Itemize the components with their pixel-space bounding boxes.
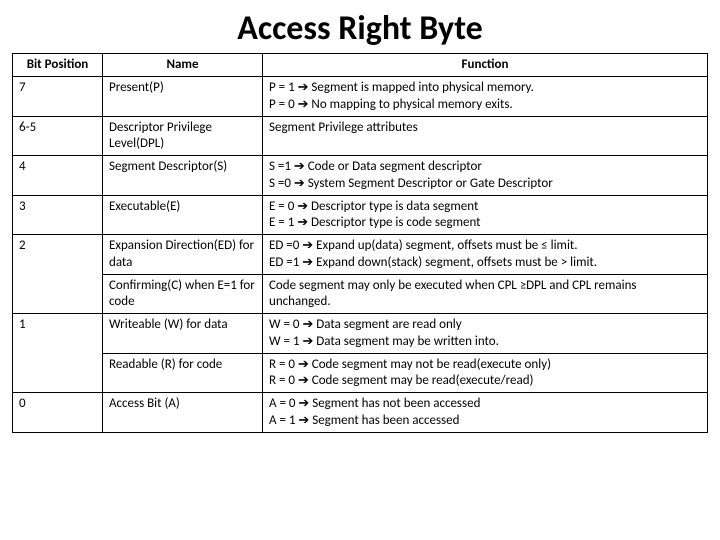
cell-bit: 7 — [13, 77, 103, 117]
table-row: 4 Segment Descriptor(S) S =1 ➔ Code or D… — [13, 156, 708, 196]
header-name: Name — [103, 54, 263, 77]
header-func: Function — [263, 54, 708, 77]
cell-name: Descriptor Privilege Level(DPL) — [103, 116, 263, 156]
cell-func: A = 0 ➔ Segment has not been accessedA =… — [263, 393, 708, 433]
cell-name: Executable(E) — [103, 195, 263, 235]
cell-func: R = 0 ➔ Code segment may not be read(exe… — [263, 353, 708, 393]
table-row: 3 Executable(E) E = 0 ➔ Descriptor type … — [13, 195, 708, 235]
table-row: 0 Access Bit (A) A = 0 ➔ Segment has not… — [13, 393, 708, 433]
cell-func: P = 1 ➔ Segment is mapped into physical … — [263, 77, 708, 117]
cell-bit: 6-5 — [13, 116, 103, 156]
page-title: Access Right Byte — [12, 8, 708, 49]
table-row: 7 Present(P) P = 1 ➔ Segment is mapped i… — [13, 77, 708, 117]
cell-bit: 1 — [13, 314, 103, 393]
table-row: Confirming(C) when E=1 for code Code seg… — [13, 274, 708, 314]
cell-name: Access Bit (A) — [103, 393, 263, 433]
cell-name: Writeable (W) for data — [103, 314, 263, 354]
table-row: Readable (R) for code R = 0 ➔ Code segme… — [13, 353, 708, 393]
cell-func: Code segment may only be executed when C… — [263, 274, 708, 314]
cell-func: ED =0 ➔ Expand up(data) segment, offsets… — [263, 235, 708, 275]
cell-name: Readable (R) for code — [103, 353, 263, 393]
table-row: 6-5 Descriptor Privilege Level(DPL) Segm… — [13, 116, 708, 156]
cell-name: Present(P) — [103, 77, 263, 117]
table-header-row: Bit Position Name Function — [13, 54, 708, 77]
cell-func: E = 0 ➔ Descriptor type is data segmentE… — [263, 195, 708, 235]
cell-func: W = 0 ➔ Data segment are read onlyW = 1 … — [263, 314, 708, 354]
cell-bit: 4 — [13, 156, 103, 196]
access-right-table: Bit Position Name Function 7 Present(P) … — [12, 53, 708, 433]
cell-func: Segment Privilege attributes — [263, 116, 708, 156]
cell-func: S =1 ➔ Code or Data segment descriptorS … — [263, 156, 708, 196]
table-row: 1 Writeable (W) for data W = 0 ➔ Data se… — [13, 314, 708, 354]
cell-bit: 0 — [13, 393, 103, 433]
table-row: 2 Expansion Direction(ED) for data ED =0… — [13, 235, 708, 275]
cell-name: Expansion Direction(ED) for data — [103, 235, 263, 275]
cell-bit: 3 — [13, 195, 103, 235]
cell-bit: 2 — [13, 235, 103, 314]
cell-name: Segment Descriptor(S) — [103, 156, 263, 196]
header-bit: Bit Position — [13, 54, 103, 77]
cell-name: Confirming(C) when E=1 for code — [103, 274, 263, 314]
